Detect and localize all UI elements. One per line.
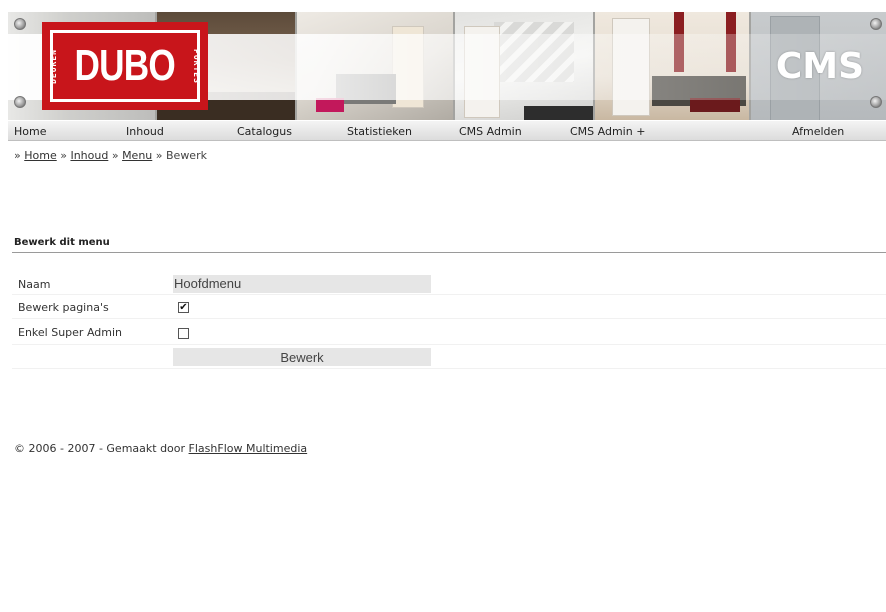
nav-cms-admin[interactable]: CMS Admin bbox=[459, 125, 522, 138]
screw-icon bbox=[870, 96, 882, 108]
breadcrumb-current: Bewerk bbox=[166, 149, 207, 162]
bewerk-submit-button[interactable]: Bewerk bbox=[173, 348, 431, 366]
cms-label: CMS bbox=[775, 46, 864, 87]
form-title: Bewerk dit menu bbox=[14, 237, 110, 248]
dubo-logo[interactable]: DEUREN DUBO PORTES bbox=[42, 22, 208, 110]
breadcrumb-separator: » bbox=[60, 149, 67, 162]
enkel-super-admin-checkbox[interactable] bbox=[178, 328, 189, 339]
logo-word: DUBO bbox=[74, 41, 176, 90]
form-row-submit: Bewerk bbox=[12, 346, 886, 369]
form-row-naam: Naam bbox=[12, 274, 886, 295]
form-row-enkel-super-admin: Enkel Super Admin bbox=[12, 320, 886, 345]
breadcrumb-separator: » bbox=[111, 149, 119, 162]
logo-side-text-right: PORTES bbox=[191, 48, 201, 84]
screw-icon bbox=[14, 18, 26, 30]
footer-link-flashflow[interactable]: FlashFlow Multimedia bbox=[189, 442, 308, 455]
breadcrumb-separator: » bbox=[155, 149, 163, 162]
footer-copyright: © 2006 - 2007 - Gemaakt door bbox=[14, 442, 186, 455]
nav-inhoud[interactable]: Inhoud bbox=[126, 125, 164, 138]
form-row-bewerk-paginas: Bewerk pagina's ✔ bbox=[12, 296, 886, 319]
logo-side-text-left: DEUREN bbox=[49, 48, 59, 84]
footer: © 2006 - 2007 - Gemaakt door FlashFlow M… bbox=[14, 442, 307, 455]
screw-icon bbox=[870, 18, 882, 30]
nav-afmelden[interactable]: Afmelden bbox=[792, 125, 844, 138]
nav-catalogus[interactable]: Catalogus bbox=[237, 125, 292, 138]
naam-input[interactable] bbox=[173, 275, 431, 293]
bewerk-paginas-label: Bewerk pagina's bbox=[18, 301, 109, 314]
enkel-super-admin-label: Enkel Super Admin bbox=[18, 326, 123, 339]
nav-statistieken[interactable]: Statistieken bbox=[347, 125, 412, 138]
breadcrumb-link-home[interactable]: Home bbox=[24, 149, 56, 162]
bewerk-paginas-checkbox[interactable]: ✔ bbox=[178, 302, 189, 313]
nav-cms-admin-plus[interactable]: CMS Admin + bbox=[570, 125, 645, 138]
breadcrumb-separator: » bbox=[14, 149, 21, 162]
screw-icon bbox=[14, 96, 26, 108]
breadcrumb: » Home » Inhoud » Menu » Bewerk bbox=[14, 149, 207, 162]
form-title-rule bbox=[12, 252, 886, 253]
nav-home[interactable]: Home bbox=[14, 125, 46, 138]
header-banner: DEUREN DUBO PORTES CMS bbox=[8, 12, 886, 120]
breadcrumb-link-inhoud[interactable]: Inhoud bbox=[70, 149, 108, 162]
breadcrumb-link-menu[interactable]: Menu bbox=[122, 149, 152, 162]
main-nav: Home Inhoud Catalogus Statistieken CMS A… bbox=[8, 121, 886, 141]
naam-label: Naam bbox=[18, 278, 51, 291]
